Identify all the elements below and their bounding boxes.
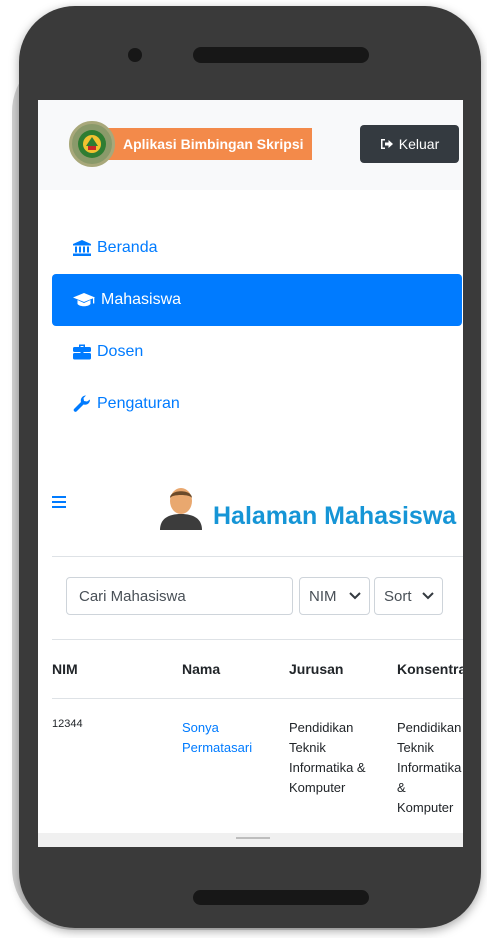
column-header-nim: NIM [52, 661, 78, 677]
logout-label: Keluar [398, 136, 440, 152]
divider [52, 698, 463, 699]
filter-field-value: NIM [309, 587, 337, 605]
screen-bottom-bar [38, 833, 463, 847]
cell-konsentrasi: Pendidikan Teknik Informatika & Komputer [397, 720, 462, 815]
sidebar-menu: Beranda Mahasiswa Dosen Pengaturan [52, 222, 462, 430]
graduation-cap-icon [73, 293, 95, 307]
sidebar-item-label: Mahasiswa [101, 291, 182, 308]
home-bar [193, 890, 369, 905]
sidebar-item-beranda[interactable]: Beranda [52, 222, 462, 274]
university-emblem-icon [69, 121, 115, 167]
chevron-down-icon [349, 592, 361, 600]
search-placeholder: Cari Mahasiswa [79, 587, 186, 605]
sidebar-item-label: Beranda [97, 239, 158, 256]
sort-value: Sort [384, 587, 412, 605]
sign-out-icon [380, 139, 393, 149]
menu-toggle-icon[interactable] [52, 496, 66, 508]
cell-jurusan: Pendidikan Teknik Informatika & Komputer [289, 720, 366, 795]
phone-screen: Aplikasi Bimbingan Skripsi Keluar Berand… [38, 100, 463, 847]
scroll-indicator [236, 837, 270, 839]
app-brand: Aplikasi Bimbingan Skripsi [97, 128, 312, 160]
logout-button[interactable]: Keluar [360, 125, 459, 163]
search-input[interactable]: Cari Mahasiswa [66, 577, 293, 615]
cell-nama-link[interactable]: Sonya Permatasari [182, 718, 270, 758]
sidebar-item-mahasiswa[interactable]: Mahasiswa [52, 274, 462, 326]
sidebar-item-pengaturan[interactable]: Pengaturan [52, 378, 462, 430]
page-title: Halaman Mahasiswa [213, 502, 457, 530]
speaker [193, 47, 369, 63]
divider [52, 556, 463, 557]
brand-logo[interactable]: Aplikasi Bimbingan Skripsi [69, 121, 312, 167]
cell-nim: 12344 [52, 718, 83, 730]
chevron-down-icon [422, 592, 434, 600]
page-heading: Halaman Mahasiswa [158, 486, 456, 530]
column-header-jurusan: Jurusan [289, 661, 344, 677]
sort-select[interactable]: Sort [374, 577, 443, 615]
wrench-icon [73, 395, 91, 412]
sidebar-item-dosen[interactable]: Dosen [52, 326, 462, 378]
app-header: Aplikasi Bimbingan Skripsi Keluar [38, 100, 463, 190]
institution-icon [73, 240, 91, 256]
filter-field-select[interactable]: NIM [299, 577, 370, 615]
column-header-nama: Nama [182, 661, 221, 677]
sidebar-item-label: Pengaturan [97, 395, 180, 412]
briefcase-icon [73, 344, 91, 360]
camera [128, 48, 142, 62]
column-header-konsentrasi: Konsentrasi [397, 661, 463, 677]
user-avatar-icon [160, 488, 202, 530]
table-header: NIM Nama Jurusan Konsentrasi [52, 637, 463, 697]
sidebar-item-label: Dosen [97, 343, 144, 360]
